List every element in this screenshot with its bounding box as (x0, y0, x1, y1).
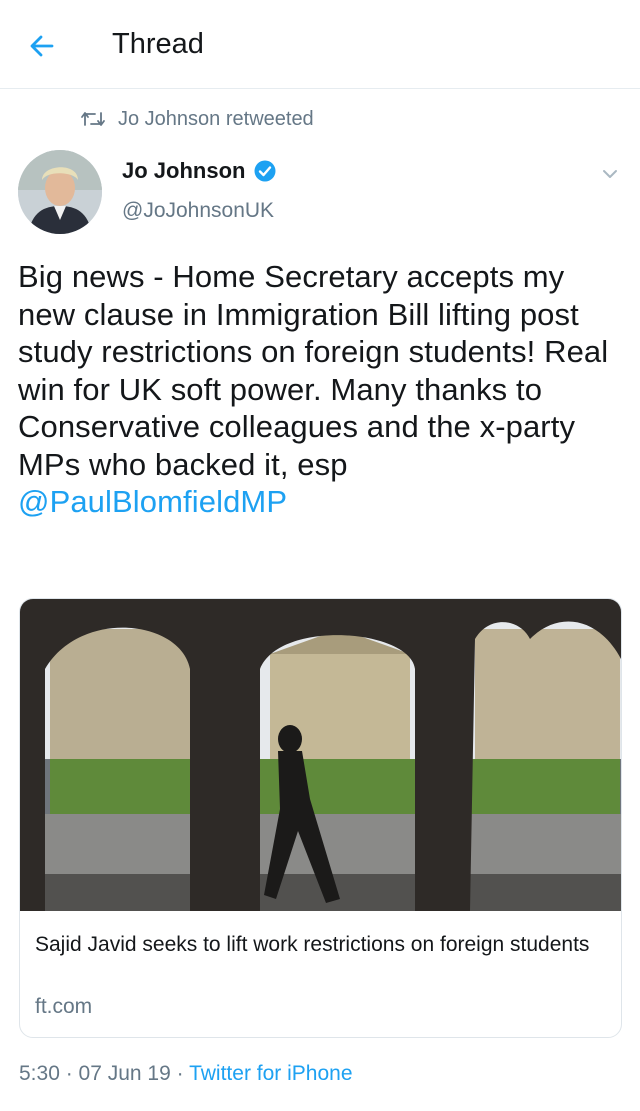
meta-separator-2: · (170, 1062, 190, 1085)
tweet-body: Big news - Home Secretary accepts my new… (18, 259, 609, 482)
chevron-down-icon[interactable] (596, 160, 624, 188)
author-handle[interactable]: @JoJohnsonUK (122, 199, 274, 223)
avatar[interactable] (18, 150, 102, 234)
mention-link[interactable]: @PaulBlomfieldMP (18, 484, 287, 519)
card-domain: ft.com (35, 995, 93, 1018)
back-button[interactable] (22, 26, 62, 66)
tweet-date: 07 Jun 19 (78, 1062, 171, 1085)
top-bar: Thread (0, 0, 640, 89)
card-title: Sajid Javid seeks to lift work restricti… (35, 933, 590, 956)
meta-separator: · (59, 1062, 79, 1085)
avatar-image (18, 150, 102, 234)
tweet-meta: 5:30 · 07 Jun 19 · Twitter for iPhone (19, 1062, 353, 1086)
link-card[interactable]: Sajid Javid seeks to lift work restricti… (19, 598, 622, 1038)
card-image (20, 599, 621, 911)
tweet-text: Big news - Home Secretary accepts my new… (18, 258, 624, 521)
author-name-row[interactable]: Jo Johnson (122, 158, 277, 184)
tweet-time: 5:30 (19, 1062, 60, 1085)
arrow-left-icon (30, 35, 54, 57)
verified-badge-icon (254, 160, 276, 182)
retweet-context[interactable]: Jo Johnson retweeted (80, 104, 314, 134)
retweet-label: Jo Johnson retweeted (118, 107, 314, 130)
tweet-source-link[interactable]: Twitter for iPhone (189, 1062, 352, 1085)
page-title: Thread (112, 28, 204, 60)
retweet-icon (81, 112, 105, 126)
author-name: Jo Johnson (122, 158, 246, 183)
